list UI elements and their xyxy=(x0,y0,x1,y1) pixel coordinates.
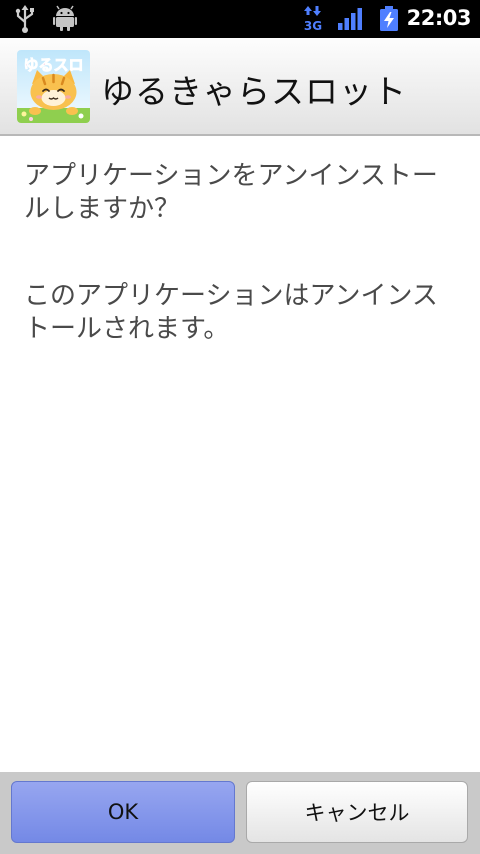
question-text-line1: アプリケーションをアンインストー xyxy=(24,161,438,191)
info-text-line2: トールされます。 xyxy=(24,314,230,344)
debug-icon xyxy=(53,5,77,35)
network-3g-icon: 3G xyxy=(302,6,324,36)
dialog-header: ゆるスロ ゆるきゃらスロット xyxy=(0,38,480,136)
app-title: ゆるきゃらスロット xyxy=(101,72,407,111)
ok-button-label: OK xyxy=(107,800,139,824)
uninstall-message: アプリケーションをアンインストー ルしますか？ このアプリケーションはアンインス… xyxy=(24,160,464,346)
info-text-line1: このアプリケーションはアンインス xyxy=(24,281,438,311)
battery-charging-icon xyxy=(379,6,399,36)
question-text-line2: ルしますか？ xyxy=(24,194,181,224)
app-icon: ゆるスロ xyxy=(17,50,90,123)
cancel-button-label: キャンセル xyxy=(304,801,410,825)
status-bar: 3G 22:03 xyxy=(0,0,480,38)
app-icon-text: ゆるスロ xyxy=(23,56,83,74)
usb-icon xyxy=(14,4,36,38)
cancel-button[interactable]: キャンセル xyxy=(246,781,468,843)
button-bar: OK キャンセル xyxy=(0,772,480,854)
network-label: 3G xyxy=(304,19,322,32)
signal-icon xyxy=(338,7,364,35)
clock: 22:03 xyxy=(406,6,472,30)
ok-button[interactable]: OK xyxy=(11,781,235,843)
